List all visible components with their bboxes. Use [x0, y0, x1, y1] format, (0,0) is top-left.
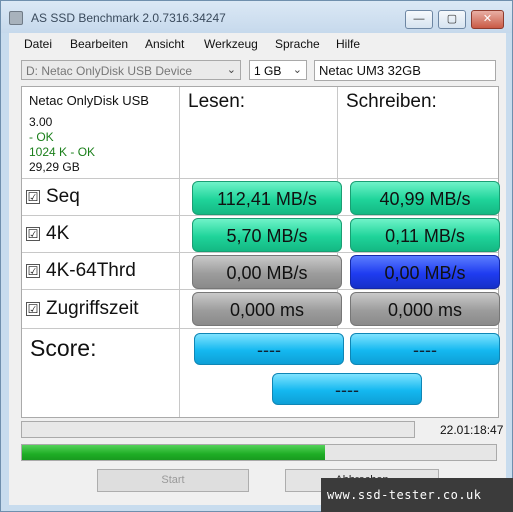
write-header: Schreiben: — [346, 91, 437, 112]
score-write: ---- — [350, 333, 500, 365]
app-icon — [9, 11, 23, 25]
watermark: www.ssd-tester.co.uk — [321, 478, 513, 512]
chevron-down-icon: ⌄ — [292, 64, 302, 76]
drive-info-panel: Netac OnlyDisk USB 3.00 - OK 1024 K - OK… — [22, 87, 180, 179]
menu-hilfe[interactable]: Hilfe — [336, 37, 360, 51]
seq-read-result: 112,41 MB/s — [192, 181, 342, 215]
4k-read-result: 5,70 MB/s — [192, 218, 342, 252]
checkbox-icon[interactable]: ☑ — [26, 264, 40, 278]
overall-progress-bar — [21, 444, 497, 461]
score-label-cell: Score: — [22, 329, 180, 417]
drive-model: Netac OnlyDisk USB — [29, 93, 149, 108]
device-select[interactable]: D: Netac OnlyDisk USB Device ⌄ — [21, 60, 241, 80]
title-bar[interactable]: AS SSD Benchmark 2.0.7316.34247 — ▢ ✕ — [1, 1, 512, 33]
row-4k-label-cell: ☑ 4K — [22, 216, 180, 253]
row-4k64-label-cell: ☑ 4K-64Thrd — [22, 253, 180, 290]
checkbox-icon[interactable]: ☑ — [26, 302, 40, 316]
menu-bearbeiten[interactable]: Bearbeiten — [70, 37, 128, 51]
alignment-status: 1024 K - OK — [29, 145, 96, 159]
elapsed-time: 22.01:18:47 — [440, 423, 504, 437]
watermark-text: www.ssd-tester.co.uk — [327, 488, 482, 502]
firmware-version: 3.00 — [29, 115, 53, 129]
4k64-write-result: 0,00 MB/s — [350, 255, 500, 289]
results-grid: Netac OnlyDisk USB 3.00 - OK 1024 K - OK… — [21, 86, 500, 418]
4k64-label: 4K-64Thrd — [46, 260, 136, 281]
seq-write-result: 40,99 MB/s — [350, 181, 500, 215]
read-header-cell: Lesen: — [180, 87, 338, 179]
score-label: Score: — [30, 335, 97, 361]
access-label: Zugriffszeit — [46, 298, 139, 319]
4k64-checkbox-row[interactable]: ☑ 4K-64Thrd — [26, 260, 136, 282]
device-select-value: D: Netac OnlyDisk USB Device — [26, 64, 193, 78]
score-total: ---- — [272, 373, 422, 405]
size-select[interactable]: 1 GB ⌄ — [249, 60, 307, 80]
access-read-result: 0,000 ms — [192, 292, 342, 326]
access-checkbox-row[interactable]: ☑ Zugriffszeit — [26, 298, 139, 320]
chevron-down-icon: ⌄ — [226, 64, 236, 76]
progress-fill — [22, 445, 326, 460]
minimize-button[interactable]: — — [405, 10, 433, 29]
access-write-result: 0,000 ms — [350, 292, 500, 326]
start-button[interactable]: Start — [97, 469, 249, 492]
checkbox-icon[interactable]: ☑ — [26, 190, 40, 204]
menu-sprache[interactable]: Sprache — [275, 37, 320, 51]
score-read: ---- — [194, 333, 344, 365]
4k64-read-result: 0,00 MB/s — [192, 255, 342, 289]
4k-checkbox-row[interactable]: ☑ 4K — [26, 223, 69, 245]
menu-ansicht[interactable]: Ansicht — [145, 37, 184, 51]
driver-status: - OK — [29, 130, 54, 144]
test-progress-bar — [21, 421, 415, 438]
capacity: 29,29 GB — [29, 160, 80, 174]
app-window: AS SSD Benchmark 2.0.7316.34247 — ▢ ✕ Da… — [0, 0, 513, 512]
maximize-button[interactable]: ▢ — [438, 10, 466, 29]
row-seq-label-cell: ☑ Seq — [22, 179, 180, 216]
window-title: AS SSD Benchmark 2.0.7316.34247 — [31, 11, 226, 25]
menu-datei[interactable]: Datei — [24, 37, 52, 51]
menu-bar: Datei Bearbeiten Ansicht Werkzeug Sprach… — [9, 33, 506, 55]
drive-name-input[interactable] — [314, 60, 496, 81]
read-header: Lesen: — [188, 91, 246, 112]
write-header-cell: Schreiben: — [338, 87, 498, 179]
checkbox-icon[interactable]: ☑ — [26, 227, 40, 241]
size-select-value: 1 GB — [254, 64, 282, 78]
seq-label: Seq — [46, 186, 80, 207]
close-button[interactable]: ✕ — [471, 10, 504, 29]
client-area: Datei Bearbeiten Ansicht Werkzeug Sprach… — [9, 33, 506, 505]
menu-werkzeug[interactable]: Werkzeug — [204, 37, 258, 51]
row-access-label-cell: ☑ Zugriffszeit — [22, 290, 180, 329]
4k-label: 4K — [46, 223, 70, 244]
4k-write-result: 0,11 MB/s — [350, 218, 500, 252]
seq-checkbox-row[interactable]: ☑ Seq — [26, 186, 80, 208]
